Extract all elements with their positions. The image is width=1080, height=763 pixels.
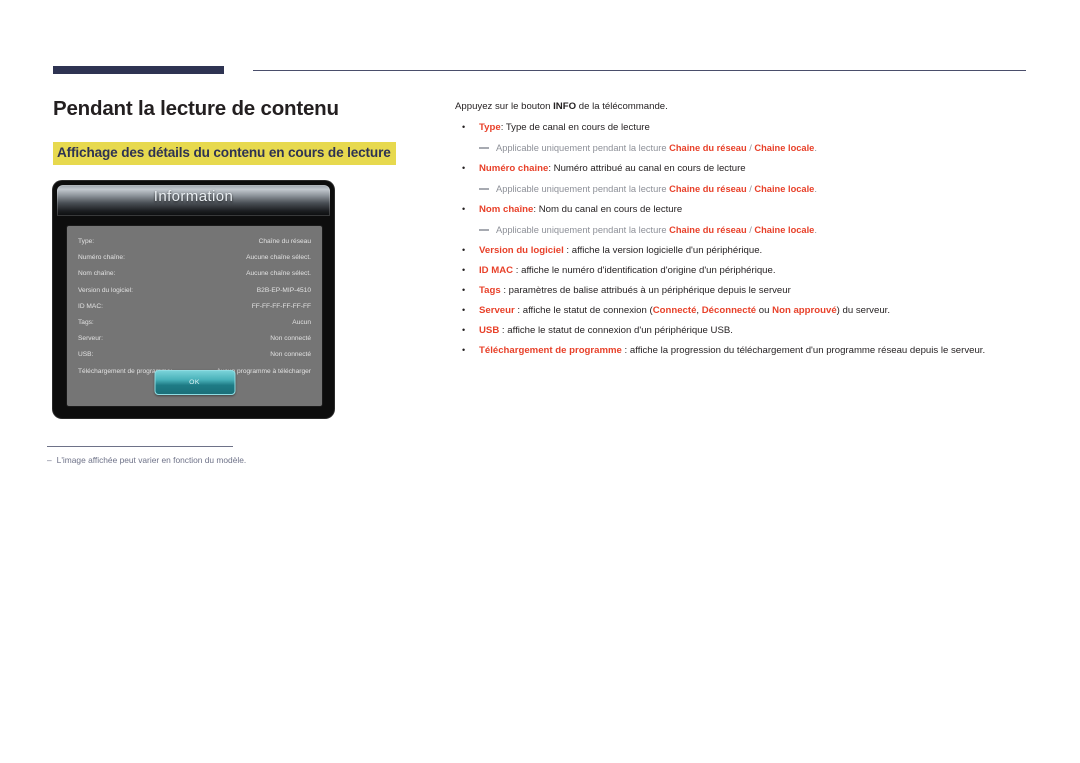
- bullet-label: Serveur: [479, 305, 515, 316]
- bullet-item: Nom chaîne: Nom du canal en cours de lec…: [455, 202, 1030, 217]
- note-channel-network: Chaine du réseau: [669, 184, 747, 194]
- status-unapproved: Non approuvé: [772, 305, 837, 316]
- bullet-item: Type: Type de canal en cours de lecture: [455, 120, 1030, 135]
- note-line: Applicable uniquement pendant la lecture…: [455, 182, 1030, 196]
- tv-information-dialog: Information Type: Chaîne du réseau Numéro …: [53, 181, 334, 418]
- bullet-item-serveur: Serveur : affiche le statut de connexion…: [455, 303, 1030, 318]
- dialog-row-value: Non connecté: [270, 335, 311, 343]
- serveur-text-part2: ) du serveur.: [836, 305, 890, 316]
- dialog-row-key: Numéro chaîne:: [78, 254, 125, 262]
- note-channel-local: Chaine locale: [754, 184, 815, 194]
- bullet-label: Téléchargement de programme: [479, 345, 622, 356]
- dialog-row-key: Serveur:: [78, 335, 103, 343]
- dialog-info-row: Serveur: Non connecté: [78, 331, 311, 347]
- dialog-row-key: Type:: [78, 238, 95, 245]
- dialog-row-value: Aucune chaîne sélect.: [246, 270, 311, 278]
- dialog-row-key: ID MAC:: [78, 302, 103, 310]
- bullet-text: : Numéro attribué au canal en cours de l…: [548, 163, 746, 174]
- bullet-label: Numéro chaine: [479, 163, 549, 174]
- footnote: – L'image affichée peut varier en fonctio…: [47, 453, 407, 467]
- dialog-row-key: Nom chaîne:: [78, 270, 116, 278]
- bullet-label: USB: [479, 325, 500, 336]
- bullet-label: Tags: [479, 285, 501, 296]
- bullet-item: USB : affiche le statut de connexion d'u…: [455, 323, 1030, 338]
- bullet-item: Numéro chaine: Numéro attribué au canal …: [455, 161, 1030, 176]
- dialog-ok-button[interactable]: OK: [154, 370, 235, 395]
- dialog-info-row: USB: Non connecté: [78, 347, 311, 363]
- note-dash-icon: [479, 147, 489, 149]
- bullet-list: Type: Type de canal en cours de lecture A…: [455, 120, 1030, 358]
- note-dash-icon: [479, 229, 489, 231]
- left-column: Pendant la lecture de contenu Affichage …: [53, 96, 438, 165]
- bullet-label: Version du logiciel: [479, 245, 564, 256]
- bullet-item: Tags : paramètres de balise attribués à …: [455, 283, 1030, 298]
- info-button-keyword: INFO: [553, 101, 577, 112]
- note-dash-icon: [479, 188, 489, 190]
- footnote-text: L'image affichée peut varier en fonction…: [56, 455, 247, 465]
- dialog-row-key: USB:: [78, 351, 94, 359]
- note-line: Applicable uniquement pendant la lecture…: [455, 141, 1030, 155]
- note-channel-local: Chaine locale: [754, 225, 815, 235]
- dialog-info-row: Nom chaîne: Aucune chaîne sélect.: [78, 266, 311, 282]
- dialog-info-row: Type: Chaîne du réseau: [78, 234, 311, 250]
- section-subtitle: Affichage des détails du contenu en cour…: [53, 142, 396, 165]
- bullet-text: : affiche le numéro d'identification d'o…: [513, 265, 776, 276]
- page-title: Pendant la lecture de contenu: [53, 97, 339, 120]
- note-channel-network: Chaine du réseau: [669, 143, 747, 153]
- intro-paragraph: Appuyez sur le bouton INFO de la télécom…: [455, 100, 1030, 114]
- status-disconnected: Déconnecté: [701, 305, 757, 316]
- bullet-text: : paramètres de balise attribués à un pé…: [500, 285, 791, 296]
- bullet-text: : Nom du canal en cours de lecture: [533, 204, 683, 215]
- note-prefix: Applicable uniquement pendant la lecture: [496, 143, 670, 153]
- bullet-text: : affiche la progression du téléchargeme…: [621, 345, 986, 356]
- note-channel-local: Chaine locale: [754, 143, 815, 153]
- header-rule: [253, 70, 1026, 71]
- bullet-text: : affiche la version logicielle d'un pér…: [563, 245, 763, 256]
- dialog-info-row: Numéro chaîne: Aucune chaîne sélect.: [78, 250, 311, 266]
- serveur-or: ou: [756, 305, 773, 316]
- serveur-text-part1: : affiche le statut de connexion (: [514, 305, 653, 316]
- bullet-item: Version du logiciel : affiche la version…: [455, 243, 1030, 258]
- dialog-row-value: FF-FF-FF-FF-FF-FF: [251, 302, 311, 310]
- right-column: Appuyez sur le bouton INFO de la télécom…: [455, 100, 1030, 364]
- dialog-body-panel: Type: Chaîne du réseau Numéro chaîne: Aucun…: [66, 225, 323, 407]
- dialog-row-value: Chaîne du réseau: [258, 238, 311, 245]
- intro-text-after: de la télécommande.: [576, 101, 668, 112]
- dialog-row-value: Non connecté: [270, 351, 311, 359]
- dialog-title: Information: [153, 188, 234, 205]
- intro-text-before: Appuyez sur le bouton: [455, 101, 554, 112]
- bullet-text: : Type de canal en cours de lecture: [500, 122, 650, 133]
- dialog-info-row: Tags: Aucun: [78, 315, 311, 331]
- note-suffix: .: [814, 184, 817, 194]
- footnote-dash: –: [47, 455, 52, 465]
- note-prefix: Applicable uniquement pendant la lecture: [496, 225, 670, 235]
- note-channel-network: Chaine du réseau: [669, 225, 747, 235]
- footnote-rule: [47, 446, 233, 447]
- note-line: Applicable uniquement pendant la lecture…: [455, 223, 1030, 237]
- dialog-row-value: Aucune chaîne sélect.: [246, 254, 311, 262]
- note-suffix: .: [814, 225, 817, 235]
- header-accent-bar: [53, 66, 224, 74]
- bullet-label: Type: [479, 122, 501, 133]
- status-connected: Connecté: [652, 305, 697, 316]
- dialog-row-key: Tags:: [78, 319, 94, 327]
- bullet-label: ID MAC: [479, 265, 514, 276]
- dialog-row-value: Aucun: [292, 319, 311, 327]
- note-prefix: Applicable uniquement pendant la lecture: [496, 184, 670, 194]
- dialog-info-row: Version du logiciel: B2B-EP-MIP-4510: [78, 283, 311, 299]
- dialog-row-value: B2B-EP-MIP-4510: [256, 286, 311, 294]
- bullet-item: ID MAC : affiche le numéro d'identificat…: [455, 263, 1030, 278]
- bullet-text: : affiche le statut de connexion d'un pé…: [499, 325, 733, 336]
- bullet-item: Téléchargement de programme : affiche la…: [455, 343, 1030, 358]
- note-suffix: .: [814, 143, 817, 153]
- dialog-info-row: ID MAC: FF-FF-FF-FF-FF-FF: [78, 299, 311, 315]
- dialog-titlebar: Information: [57, 185, 330, 216]
- dialog-info-rows: Type: Chaîne du réseau Numéro chaîne: Aucun…: [78, 234, 311, 380]
- bullet-label: Nom chaîne: [479, 204, 534, 215]
- dialog-row-key: Version du logiciel:: [78, 286, 133, 294]
